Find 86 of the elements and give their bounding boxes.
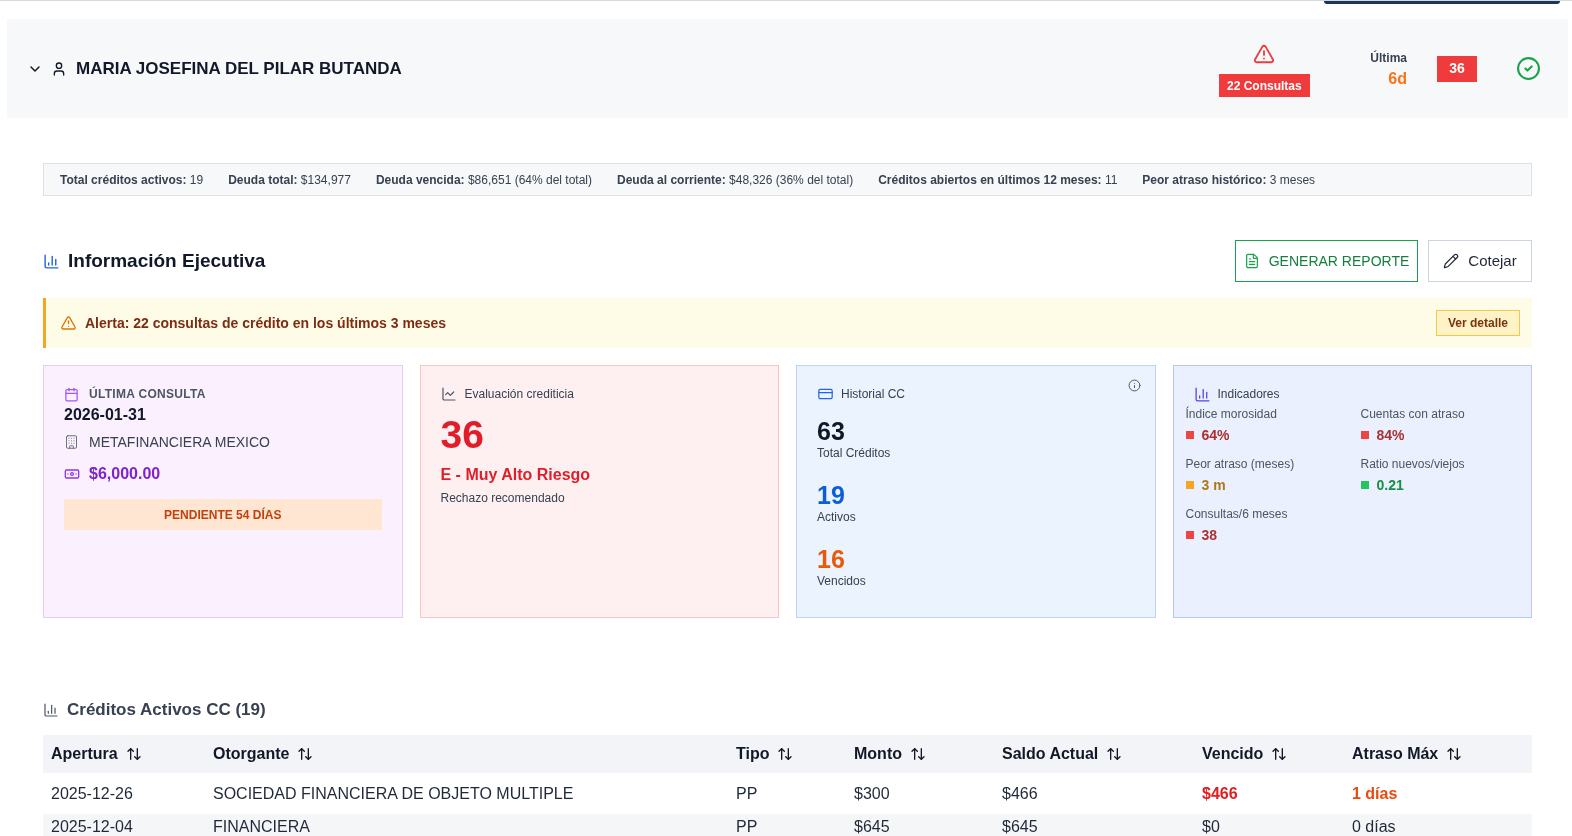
pending-status: PENDIENTE 54 DÍAS [64,499,382,530]
warning-icon [60,315,77,331]
sort-column-header[interactable]: Saldo Actual [1002,742,1123,766]
summary-stat: Créditos abiertos en últimos 12 meses: 11 [878,171,1118,189]
table-cell: $0 [1202,818,1220,835]
sort-icon [297,746,314,762]
sort-icon [125,746,142,762]
alert-message: Alerta: 22 consultas de crédito en los últimos 3 meses [85,313,446,333]
section-title: Información Ejecutiva [68,248,266,273]
banknote-icon [64,466,80,482]
consultas-badge: 22 Consultas [1218,74,1310,97]
sort-column-header[interactable]: Vencido [1202,742,1288,766]
building-icon [64,434,79,450]
credit-score: 36 [440,414,484,456]
score-badge: 36 [1437,55,1477,82]
sort-icon [1271,746,1288,762]
indicator-value: 64% [1201,426,1230,444]
bar-chart-icon [43,702,59,718]
summary-stat: Deuda al corriente: $48,326 (36% del total) [617,171,854,189]
client-name: MARIA JOSEFINA DEL PILAR BUTANDA [76,57,402,80]
indicator-value: 84% [1376,426,1405,444]
card-title: Historial CC [841,386,905,402]
sort-icon [777,746,794,762]
last-label: Última [1370,49,1407,67]
stat-label: Vencidos [817,573,866,589]
sort-icon [1446,746,1463,762]
table-cell: SOCIEDAD FINANCIERA DE OBJETO MULTIPLE [213,784,574,802]
table-cell: 1 días [1352,784,1398,802]
user-icon [51,60,67,77]
recommendation-text: Rechazo recomendado [440,490,565,506]
warning-icon [1252,43,1277,65]
line-chart-icon [440,386,457,402]
table-cell: 2025-12-04 [51,818,133,835]
table-cell: PP [736,784,758,802]
indicator-label: Consultas/6 meses [1185,506,1288,522]
summary-stat: Total créditos activos: 19 [60,171,204,189]
institution-name: METAFINANCIERA MEXICO [89,433,270,452]
table-cell: 2025-12-26 [51,784,133,802]
sort-column-header[interactable]: Tipo [736,742,794,766]
table-cell: $645 [854,818,890,835]
view-detail-button[interactable]: Ver detalle [1435,310,1520,336]
table-cell: $466 [1002,784,1038,802]
stat-value: 16 [817,545,845,573]
stat-value: 19 [817,481,845,509]
indicator-value: 3 m [1201,476,1226,494]
pencil-icon [1443,253,1460,269]
sort-column-header[interactable]: Monto [854,742,926,766]
compare-button[interactable]: Cotejar [1428,240,1532,282]
sort-column-header[interactable]: Atraso Máx [1352,742,1463,766]
query-date: 2026-01-31 [64,405,146,425]
stat-label: Activos [817,509,856,525]
sort-icon [910,746,926,762]
last-value: 6d [1388,70,1407,88]
stat-value: 63 [817,417,845,445]
card-title: Evaluación crediticia [464,386,574,402]
risk-rating: E - Muy Alto Riesgo [440,465,591,485]
indicator-label: Peor atraso (meses) [1185,456,1295,472]
indicator-value: 0.21 [1376,476,1404,494]
sort-icon [1106,746,1123,762]
query-amount: $6,000.00 [89,464,161,484]
generate-report-button[interactable]: GENERAR REPORTE [1235,240,1418,282]
sort-column-header[interactable]: Apertura [51,742,142,766]
credit-card-icon [817,386,834,402]
indicator-label: Índice morosidad [1185,406,1277,422]
card-title: ÚLTIMA CONSULTA [89,386,206,402]
document-icon [1243,253,1260,269]
stat-label: Total Créditos [817,445,891,461]
table-cell: 0 días [1352,818,1396,835]
summary-stat: Peor atraso histórico: 3 meses [1142,171,1316,189]
table-cell: $466 [1202,784,1238,802]
card-title: Indicadores [1217,386,1280,402]
table-cell: $300 [854,784,890,802]
indicator-label: Ratio nuevos/viejos [1360,456,1465,472]
info-icon[interactable] [1127,379,1141,392]
table-cell: $645 [1002,818,1038,835]
bar-chart-icon [1193,385,1211,403]
summary-stat: Deuda total: $134,977 [228,171,351,189]
table-cell: FINANCIERA [213,818,310,835]
table-cell: PP [736,818,758,835]
summary-stat: Deuda vencida: $86,651 (64% del total) [375,171,593,189]
section-title: Créditos Activos CC (19) [67,699,266,721]
indicator-label: Cuentas con atraso [1360,406,1465,422]
bar-chart-icon [43,252,60,270]
calendar-icon [64,386,79,402]
indicator-value: 38 [1201,526,1218,544]
sort-column-header[interactable]: Otorgante [213,742,314,766]
